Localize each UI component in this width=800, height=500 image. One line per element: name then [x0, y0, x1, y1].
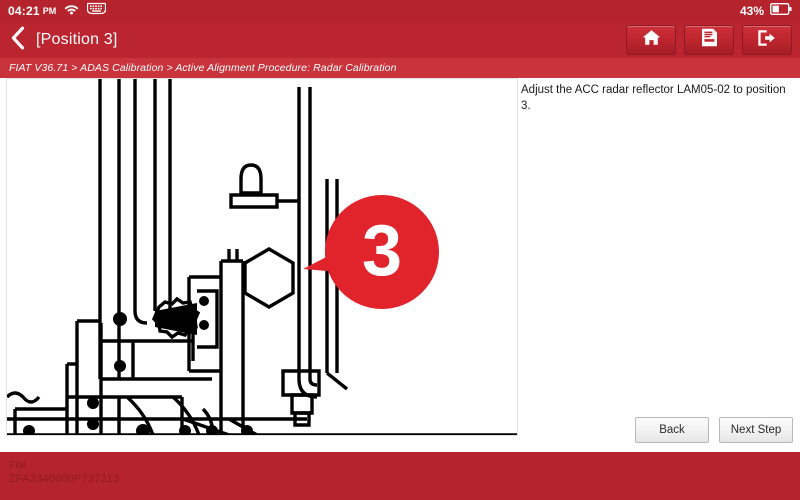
wifi-icon — [64, 2, 79, 20]
vehicle-vin: ZFA3340000P737213 — [9, 473, 120, 485]
home-icon — [642, 29, 661, 51]
calibration-diagram: 3 — [7, 79, 517, 435]
back-step-button[interactable]: Back — [635, 417, 709, 443]
battery-percent: 43% — [739, 4, 764, 18]
title-bar-actions — [626, 25, 800, 55]
callout-number: 3 — [362, 211, 402, 291]
exit-button[interactable] — [742, 25, 792, 55]
chevron-left-icon — [10, 26, 25, 55]
diagram-panel: 3 — [6, 78, 518, 436]
vehicle-make: Fiat — [9, 459, 27, 471]
clock-time: 04:21 — [8, 4, 40, 18]
status-bar-right: 43% — [740, 2, 792, 20]
exit-icon — [757, 29, 777, 52]
page-title: [Position 3] — [36, 31, 118, 48]
breadcrumb-text: FIAT V36.71 > ADAS Calibration > Active … — [9, 62, 397, 74]
status-bar: 04:21 PM 43% — [0, 0, 800, 22]
next-step-button[interactable]: Next Step — [719, 417, 793, 443]
home-button[interactable] — [626, 25, 676, 55]
battery-icon — [769, 2, 792, 20]
breadcrumb: FIAT V36.71 > ADAS Calibration > Active … — [0, 58, 800, 78]
keyboard-icon — [87, 2, 107, 20]
clock-ampm: PM — [42, 6, 57, 16]
content-area: 3 Adjust the ACC radar reflector LAM05-0… — [0, 78, 800, 452]
step-navigation: Back Next Step — [635, 417, 793, 443]
vehicle-info-bar: Fiat ZFA3340000P737213 — [0, 452, 800, 500]
status-bar-left: 04:21 PM — [8, 2, 107, 20]
report-document-icon — [701, 28, 718, 52]
title-bar: [Position 3] — [0, 22, 800, 58]
back-button[interactable] — [0, 22, 34, 58]
app-root: 04:21 PM 43% [Position 3] FIAT V36.71 > … — [0, 0, 800, 500]
report-button[interactable] — [684, 25, 734, 55]
instruction-text: Adjust the ACC radar reflector LAM05-02 … — [521, 84, 786, 112]
